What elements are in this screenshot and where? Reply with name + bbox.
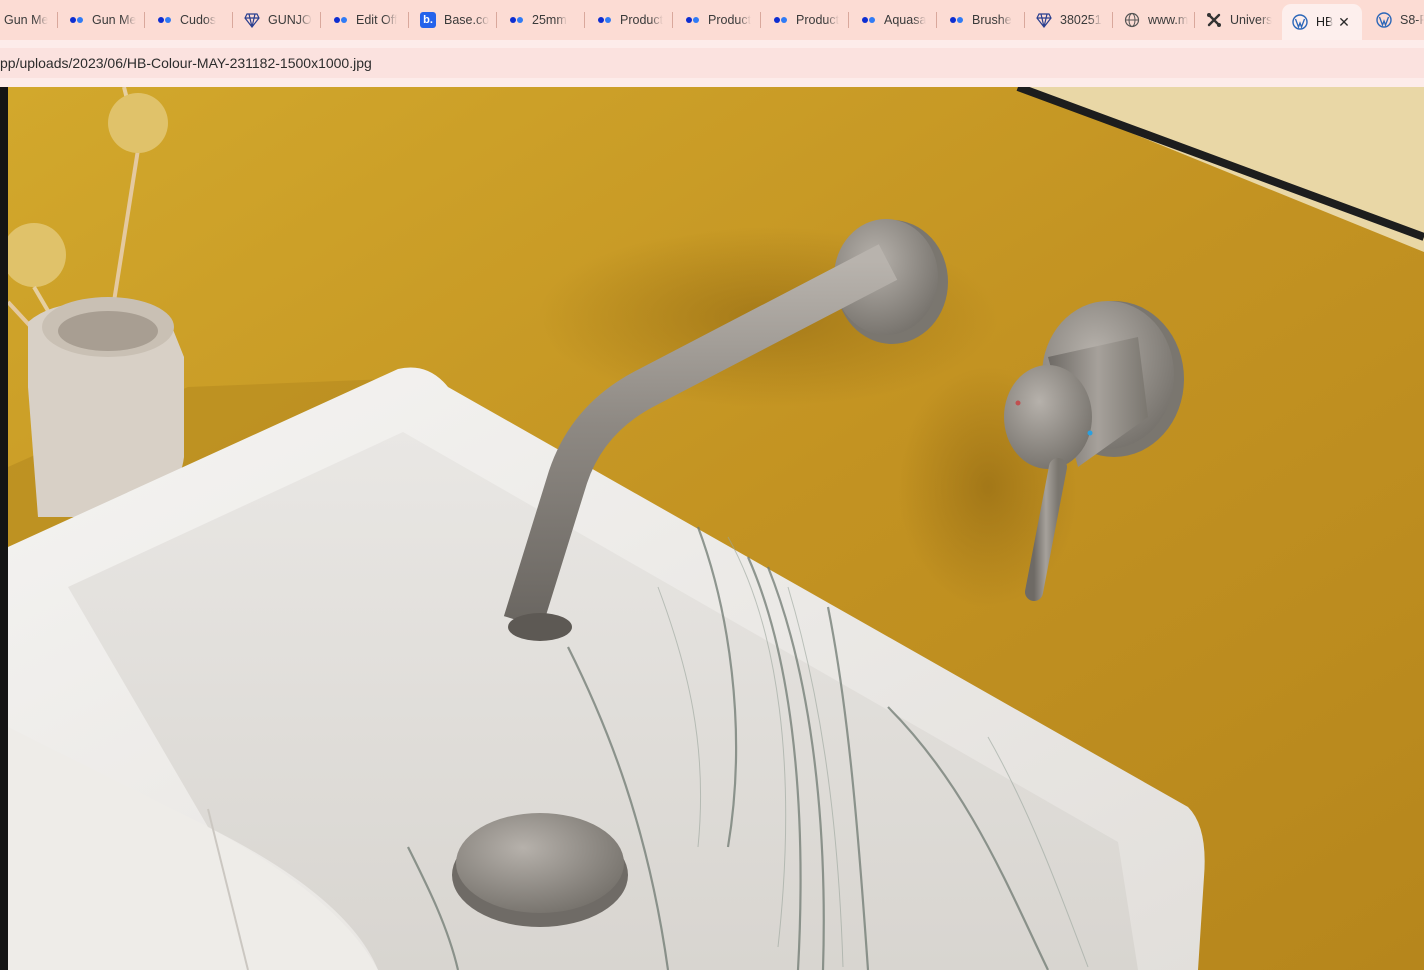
tab-brushed[interactable]: Brushe: [938, 0, 1024, 40]
tab-title: 380251: [1060, 13, 1102, 27]
tab-separator: [1112, 12, 1113, 28]
tab-title: Gun Me: [4, 13, 49, 27]
close-tab-icon[interactable]: ✕: [1336, 14, 1352, 31]
tab-separator: [144, 12, 145, 28]
tab-cudos[interactable]: Cudos: [146, 0, 232, 40]
tab-separator: [496, 12, 497, 28]
tab-gun-metal-1[interactable]: Gun Me: [0, 0, 56, 40]
dots-icon: [508, 12, 524, 28]
wordpress-icon: [1376, 12, 1392, 28]
b-icon: b.: [420, 12, 436, 28]
tab-separator: [584, 12, 585, 28]
tab-gun-metal-2[interactable]: Gun Me: [58, 0, 144, 40]
tab-base-com[interactable]: b. Base.co: [410, 0, 496, 40]
tab-title: Edit Off: [356, 13, 398, 27]
hot-indicator-dot: [1015, 400, 1021, 406]
tab-www[interactable]: www.m: [1114, 0, 1194, 40]
tab-title: Brushe: [972, 13, 1012, 27]
tab-title: GUNJO: [268, 13, 312, 27]
tab-title: Base.co: [444, 13, 490, 27]
tab-strip: Gun Me Gun Me Cudos GUNJO Edit Off b. Ba…: [0, 0, 1424, 40]
cross-icon: [1206, 12, 1222, 28]
dots-icon: [332, 12, 348, 28]
dots-icon: [684, 12, 700, 28]
diamond-icon: [244, 12, 260, 28]
tab-title: Product: [620, 13, 664, 27]
tab-separator: [760, 12, 761, 28]
image-viewport: [0, 87, 1424, 970]
tab-edit-offer[interactable]: Edit Off: [322, 0, 408, 40]
wordpress-icon: [1292, 14, 1308, 30]
tab-title: HB: [1316, 15, 1334, 29]
address-bar[interactable]: pp/uploads/2023/06/HB-Colour-MAY-231182-…: [0, 48, 1424, 78]
tab-product-1[interactable]: Product: [586, 0, 672, 40]
tab-title: www.m: [1148, 13, 1189, 27]
tab-25mm[interactable]: 25mm: [498, 0, 584, 40]
tab-hb-active[interactable]: HB ✕: [1282, 4, 1362, 40]
tab-title: Product: [796, 13, 840, 27]
tab-380251[interactable]: 380251: [1026, 0, 1112, 40]
tab-separator: [1194, 12, 1195, 28]
tab-title: Univers: [1230, 13, 1273, 27]
globe-icon: [1124, 12, 1140, 28]
dots-icon: [860, 12, 876, 28]
dots-icon: [68, 12, 84, 28]
browser-toolbar: pp/uploads/2023/06/HB-Colour-MAY-231182-…: [0, 40, 1424, 87]
dots-icon: [596, 12, 612, 28]
tab-separator: [936, 12, 937, 28]
tab-separator: [672, 12, 673, 28]
tab-separator: [408, 12, 409, 28]
mixer-cap: [1004, 365, 1092, 469]
waste-plug: [456, 813, 624, 913]
tab-gunjo[interactable]: GUNJO: [234, 0, 320, 40]
dots-icon: [772, 12, 788, 28]
product-photo: [8, 87, 1424, 970]
tab-product-3[interactable]: Product: [762, 0, 848, 40]
tab-title: 25mm: [532, 13, 567, 27]
tab-separator: [848, 12, 849, 28]
tab-separator: [320, 12, 321, 28]
dots-icon: [156, 12, 172, 28]
tab-title: Gun Me: [92, 13, 137, 27]
tab-separator: [1024, 12, 1025, 28]
tab-s8-f[interactable]: S8-F: [1366, 0, 1424, 40]
cold-indicator-dot: [1087, 430, 1093, 436]
b-icon-glyph: b.: [420, 12, 436, 28]
tab-universal[interactable]: Univers: [1196, 0, 1280, 40]
craspedia-flower: [108, 93, 168, 153]
spout-outlet: [508, 613, 572, 641]
tab-title: Product: [708, 13, 752, 27]
tab-title: S8-F: [1400, 13, 1424, 27]
diamond-icon: [1036, 12, 1052, 28]
address-text: pp/uploads/2023/06/HB-Colour-MAY-231182-…: [0, 55, 372, 71]
dots-icon: [948, 12, 964, 28]
tab-title: Aquasa: [884, 13, 927, 27]
tab-product-2[interactable]: Product: [674, 0, 760, 40]
tab-title: Cudos: [180, 13, 217, 27]
tab-separator: [232, 12, 233, 28]
pot-opening: [58, 311, 158, 351]
tab-aquasa[interactable]: Aquasa: [850, 0, 936, 40]
